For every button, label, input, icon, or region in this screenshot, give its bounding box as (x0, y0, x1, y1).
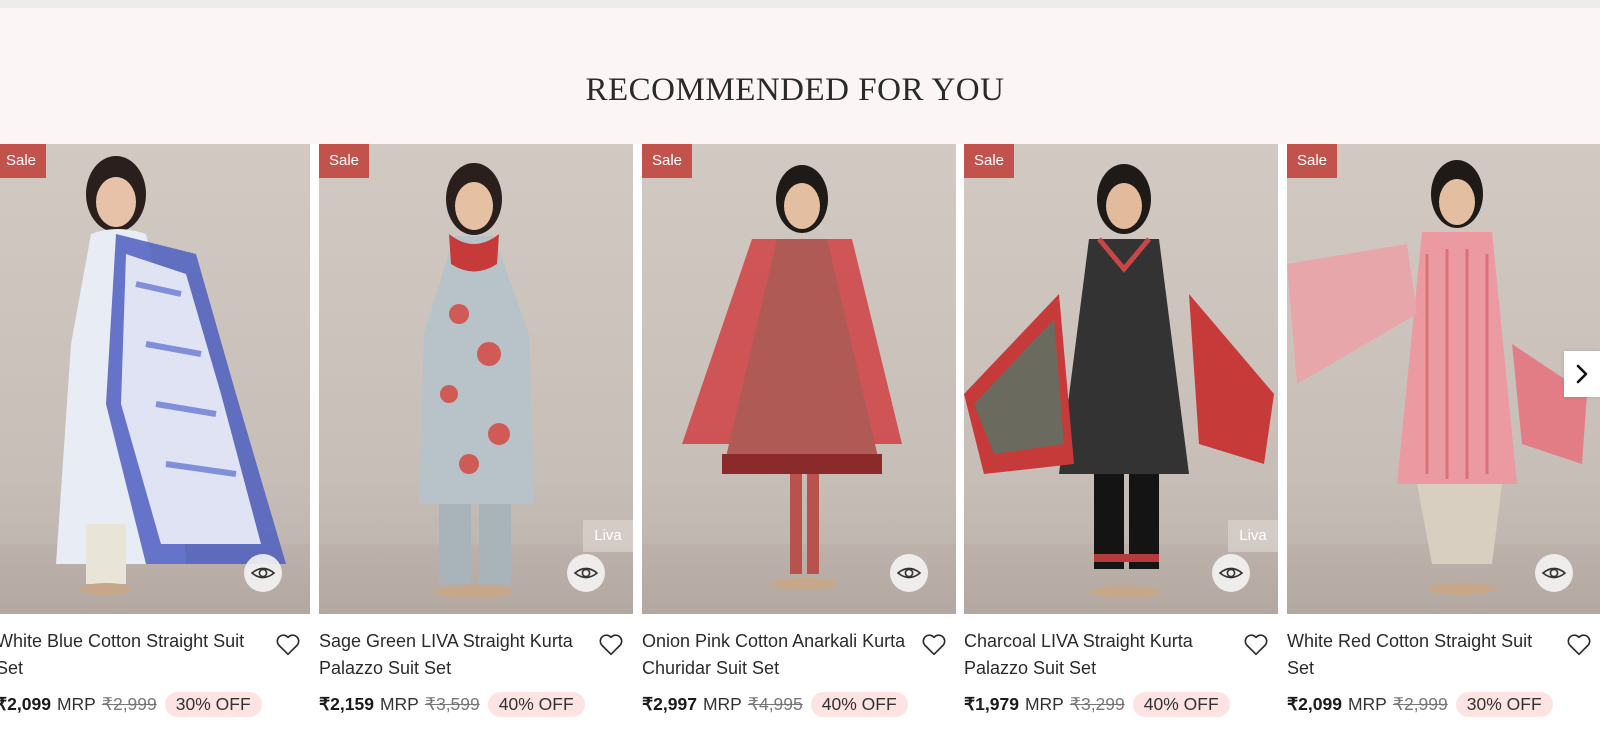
quick-view-button[interactable] (567, 554, 605, 592)
discount-badge: 40% OFF (487, 691, 585, 717)
mrp-price: ₹2,999 (101, 693, 157, 714)
mrp-label: MRP (1024, 693, 1064, 714)
discount-badge: 40% OFF (1132, 691, 1230, 717)
price-row: ₹2,997 MRP ₹4,995 40% OFF (642, 690, 908, 718)
product-name[interactable]: Sage Green LIVA Straight Kurta Palazzo S… (319, 628, 589, 682)
heart-icon (1244, 634, 1268, 656)
mrp-price: ₹2,999 (1392, 693, 1448, 714)
product-card[interactable]: Sale White Blue Cotton Straight Suit Set… (0, 144, 310, 744)
eye-icon (897, 567, 921, 579)
eye-icon (251, 567, 275, 579)
model-photo (682, 165, 902, 590)
sale-price: ₹2,159 (319, 693, 374, 714)
quick-view-button[interactable] (1212, 554, 1250, 592)
product-name[interactable]: Charcoal LIVA Straight Kurta Palazzo Sui… (964, 628, 1234, 682)
sale-badge: Sale (964, 144, 1015, 178)
eye-icon (1219, 567, 1243, 579)
wishlist-button[interactable] (597, 631, 625, 659)
mrp-label: MRP (379, 693, 419, 714)
mrp-label: MRP (1347, 693, 1387, 714)
price-row: ₹2,159 MRP ₹3,599 40% OFF (319, 690, 585, 718)
wishlist-button[interactable] (1565, 631, 1593, 659)
eye-icon (1542, 567, 1566, 579)
product-image[interactable] (1287, 144, 1600, 614)
mrp-price: ₹4,995 (747, 693, 803, 714)
heart-icon (1567, 634, 1591, 656)
discount-badge: 30% OFF (1455, 691, 1553, 717)
sale-badge: Sale (642, 144, 693, 178)
product-name[interactable]: White Blue Cotton Straight Suit Set (0, 628, 266, 682)
heart-icon (276, 634, 300, 656)
sale-badge: Sale (0, 144, 47, 178)
wishlist-button[interactable] (1242, 631, 1270, 659)
discount-badge: 30% OFF (164, 691, 262, 717)
heart-icon (599, 634, 623, 656)
mrp-price: ₹3,599 (424, 693, 480, 714)
product-card[interactable]: Sale Onion Pink Cotton Anarkali Kurta Ch… (642, 144, 956, 744)
price-row: ₹1,979 MRP ₹3,299 40% OFF (964, 690, 1230, 718)
product-carousel: Sale White Blue Cotton Straight Suit Set… (0, 144, 1600, 744)
wishlist-button[interactable] (274, 631, 302, 659)
quick-view-button[interactable] (890, 554, 928, 592)
chevron-right-icon (1576, 364, 1588, 384)
heart-icon (922, 634, 946, 656)
product-card[interactable]: Sale Liva Sage Green LIVA Straight Kurta… (319, 144, 633, 744)
price-row: ₹2,099 MRP ₹2,999 30% OFF (0, 690, 262, 718)
mrp-price: ₹3,299 (1069, 693, 1125, 714)
sale-price: ₹2,099 (1287, 693, 1342, 714)
quick-view-button[interactable] (244, 554, 282, 592)
sale-price: ₹2,099 (0, 693, 51, 714)
mrp-label: MRP (56, 693, 96, 714)
eye-icon (574, 567, 598, 579)
section-title: RECOMMENDED FOR YOU (585, 72, 1005, 108)
product-name[interactable]: White Red Cotton Straight Suit Set (1287, 628, 1557, 682)
sale-badge: Sale (1287, 144, 1338, 178)
sale-price: ₹2,997 (642, 693, 697, 714)
product-name[interactable]: Onion Pink Cotton Anarkali Kurta Churida… (642, 628, 912, 682)
carousel-next-button[interactable] (1564, 351, 1600, 397)
model-photo (1287, 160, 1587, 595)
model-photo (56, 156, 286, 595)
wishlist-button[interactable] (920, 631, 948, 659)
brand-tag: Liva (1228, 520, 1278, 552)
top-divider (0, 0, 1600, 8)
product-card[interactable]: Sale Liva Charcoal LIVA Straight Kurta P… (964, 144, 1278, 744)
product-card[interactable]: Sale White Red Cotton Straight Suit Set … (1287, 144, 1600, 744)
sale-badge: Sale (319, 144, 370, 178)
product-image[interactable] (642, 144, 956, 614)
product-image[interactable] (0, 144, 310, 614)
price-row: ₹2,099 MRP ₹2,999 30% OFF (1287, 690, 1553, 718)
brand-tag: Liva (583, 520, 633, 552)
mrp-label: MRP (702, 693, 742, 714)
quick-view-button[interactable] (1535, 554, 1573, 592)
sale-price: ₹1,979 (964, 693, 1019, 714)
discount-badge: 40% OFF (810, 691, 908, 717)
